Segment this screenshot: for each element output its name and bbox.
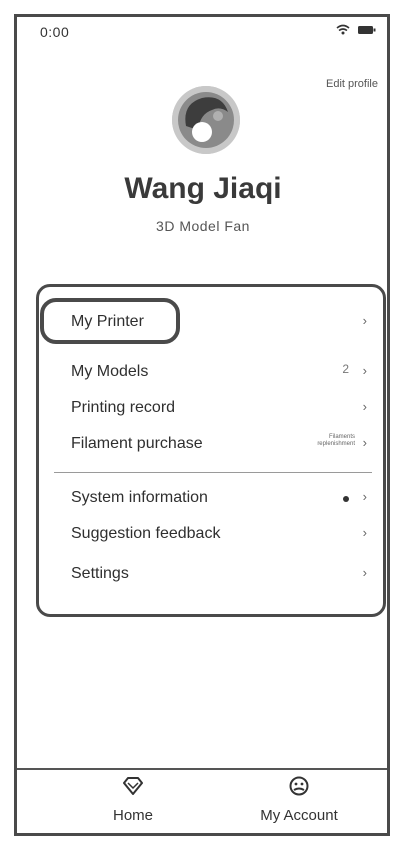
battery-icon [358, 25, 376, 34]
user-face-icon [289, 776, 309, 796]
chevron-right-icon: › [362, 565, 367, 580]
chevron-right-icon: › [362, 525, 367, 540]
menu-item-label: Filament purchase [71, 435, 203, 452]
user-tag: 3D Model Fan [156, 218, 250, 234]
menu-item-settings[interactable]: Settings › [39, 559, 383, 591]
menu-item-my-models[interactable]: My Models 2 › [39, 357, 383, 389]
avatar[interactable] [172, 86, 240, 154]
chevron-right-icon: › [362, 399, 367, 414]
chevron-right-icon: › [362, 435, 367, 450]
user-name: Wang Jiaqi [124, 172, 282, 205]
menu-item-filament-purchase[interactable]: Filament purchase Filaments replenishmen… [39, 429, 383, 461]
menu-item-label: Suggestion feedback [71, 525, 221, 542]
bottom-tab-bar: Home My Account [17, 768, 387, 834]
tab-my-account[interactable]: My Account [239, 776, 359, 824]
tab-my-account-label: My Account [260, 807, 338, 824]
menu-item-printing-record[interactable]: Printing record › [39, 393, 383, 425]
menu-item-label: System information [71, 489, 208, 506]
my-printer-highlight [40, 298, 180, 344]
filament-replenishment-note: Filaments replenishment [317, 434, 355, 447]
tab-home[interactable]: Home [73, 776, 193, 824]
avatar-image [172, 86, 240, 154]
notification-dot [343, 496, 349, 502]
tab-home-label: Home [112, 807, 153, 824]
menu-item-label: Settings [71, 565, 129, 582]
menu-item-suggestion-feedback[interactable]: Suggestion feedback › [39, 519, 383, 551]
menu-item-label: Printing record [71, 399, 176, 416]
edit-profile-link[interactable]: Edit profile [326, 78, 378, 90]
status-icons [336, 24, 376, 35]
diamond-icon [123, 777, 143, 795]
status-time: 0:00 [40, 24, 70, 40]
menu-divider [54, 472, 372, 473]
models-count-badge: 2 [342, 362, 349, 376]
chevron-right-icon: › [362, 313, 367, 328]
chevron-right-icon: › [362, 363, 367, 378]
wifi-icon [336, 24, 350, 35]
menu-item-label: My Models [71, 363, 149, 380]
menu-item-system-information[interactable]: System information › [39, 483, 383, 515]
chevron-right-icon: › [362, 489, 367, 504]
